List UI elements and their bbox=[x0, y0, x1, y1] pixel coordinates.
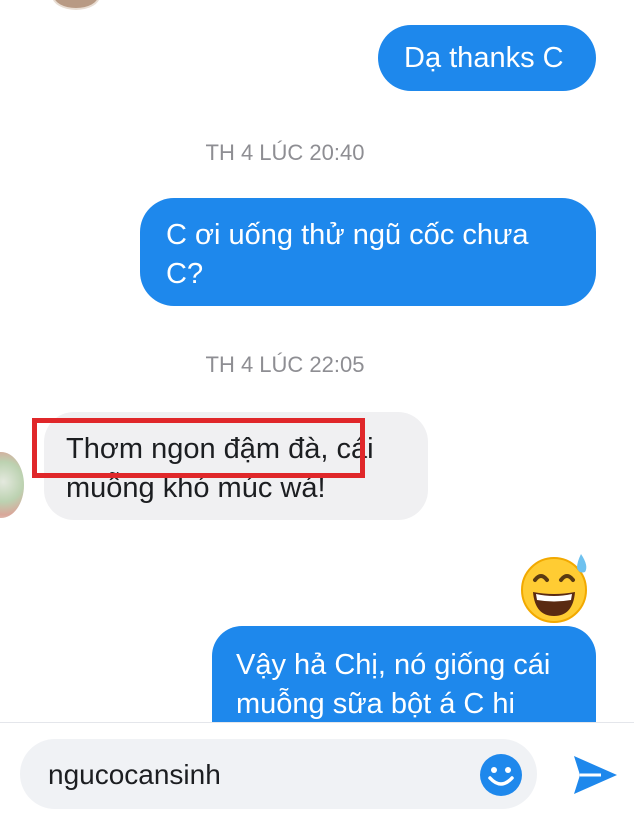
message-input[interactable]: ngucocansinh bbox=[20, 739, 537, 809]
message-text: Dạ thanks C bbox=[404, 42, 564, 74]
emoji-picker-icon[interactable] bbox=[479, 753, 523, 797]
message-bubble-outgoing[interactable]: Vậy hả Chị, nó giống cái muỗng sữa bột á… bbox=[212, 626, 596, 722]
contact-avatar[interactable] bbox=[0, 452, 24, 518]
message-composer: ngucocansinh bbox=[0, 722, 634, 826]
timestamp: TH 4 LÚC 22:05 bbox=[205, 352, 365, 377]
message-input-value: ngucocansinh bbox=[48, 759, 221, 790]
message-bubble-outgoing[interactable]: C ơi uống thử ngũ cốc chưa C? bbox=[140, 198, 596, 306]
grinning-face-with-sweat-icon[interactable] bbox=[519, 550, 593, 624]
conversation-thread: Dạ thanks C TH 4 LÚC 20:40 C ơi uống thử… bbox=[0, 0, 634, 722]
message-text: C ơi uống thử ngũ cốc chưa C? bbox=[166, 219, 529, 290]
timestamp: TH 4 LÚC 20:40 bbox=[205, 140, 365, 165]
message-bubble-outgoing[interactable]: Dạ thanks C bbox=[378, 25, 596, 91]
message-text: Vậy hả Chị, nó giống cái muỗng sữa bột á… bbox=[236, 649, 551, 720]
send-icon[interactable] bbox=[571, 753, 619, 797]
avatar[interactable] bbox=[52, 0, 100, 10]
highlight-annotation-box bbox=[32, 418, 365, 478]
